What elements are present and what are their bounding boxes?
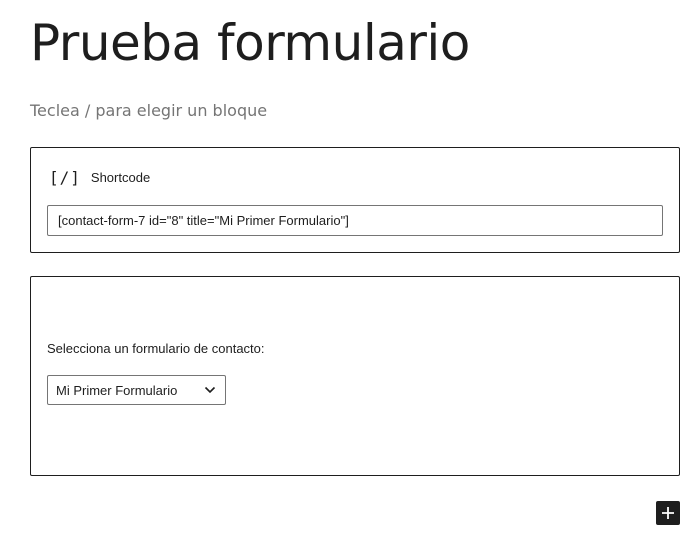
shortcode-block-header: [/] Shortcode: [49, 166, 150, 188]
plus-icon: [661, 506, 675, 520]
contact-form-select-value: Mi Primer Formulario: [56, 382, 178, 398]
block-inserter-button[interactable]: [656, 501, 680, 525]
block-editor-canvas: Prueba formulario Teclea / para elegir u…: [0, 0, 700, 538]
shortcode-block-label: Shortcode: [90, 169, 151, 185]
post-title[interactable]: Prueba formulario: [30, 12, 470, 74]
contact-form-select-label: Selecciona un formulario de contacto:: [47, 341, 265, 356]
chevron-down-icon: [199, 379, 221, 401]
default-block-appender[interactable]: Teclea / para elegir un bloque: [30, 100, 267, 122]
contact-form-select[interactable]: Mi Primer Formulario: [47, 375, 226, 405]
shortcode-icon: [/]: [49, 167, 81, 187]
contact-form-7-block[interactable]: Selecciona un formulario de contacto: Mi…: [30, 276, 680, 476]
shortcode-input[interactable]: [47, 205, 663, 236]
shortcode-block[interactable]: [/] Shortcode: [30, 147, 680, 253]
